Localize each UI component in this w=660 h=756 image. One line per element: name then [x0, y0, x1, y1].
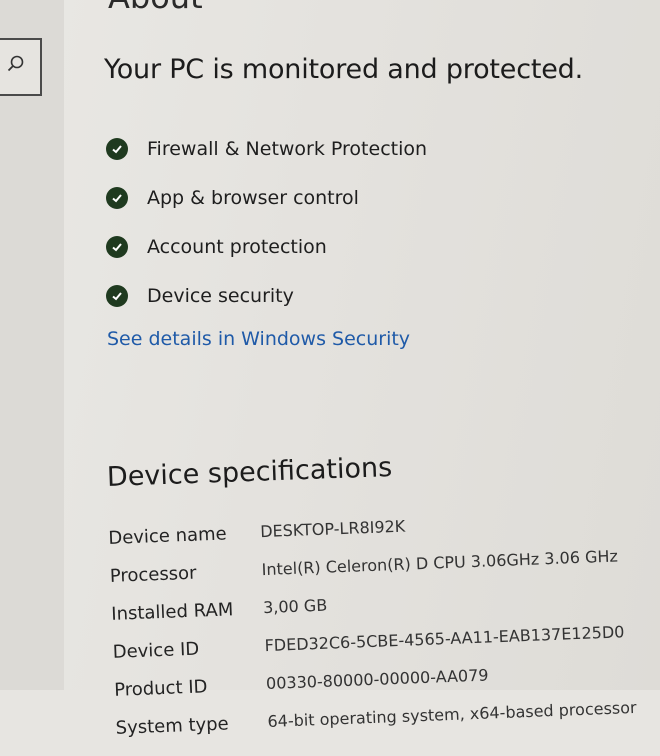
spec-label: System type [115, 713, 230, 739]
spec-label: Device name [108, 523, 228, 549]
navigation-pane [0, 0, 64, 690]
search-box[interactable] [0, 38, 42, 96]
status-label: Firewall & Network Protection [147, 137, 428, 160]
check-circle-icon [106, 137, 128, 160]
status-label: App & browser control [147, 186, 359, 209]
spec-label: Device ID [112, 638, 200, 663]
search-icon[interactable] [6, 54, 26, 74]
status-label: Account protection [147, 235, 327, 258]
status-item-device-security: Device security [106, 271, 427, 320]
status-label: Device security [147, 284, 294, 307]
security-status-list: Firewall & Network Protection App & brow… [106, 124, 427, 320]
security-status-title: Your PC is monitored and protected. [104, 54, 583, 85]
spec-value[interactable]: DESKTOP-LR8I92K [260, 517, 406, 542]
settings-window: About Your PC is monitored and protected… [0, 0, 660, 739]
spec-label: Installed RAM [110, 599, 234, 625]
device-specifications-table: Device name DESKTOP-LR8I92K Processor In… [108, 507, 660, 756]
check-circle-icon [106, 186, 128, 209]
status-item-firewall: Firewall & Network Protection [106, 124, 427, 173]
page-title: About [108, 0, 203, 16]
check-circle-icon [106, 284, 128, 307]
check-circle-icon [106, 235, 128, 258]
spec-label: Processor [109, 562, 197, 587]
status-item-app-browser: App & browser control [106, 173, 427, 222]
spec-label: Product ID [113, 676, 208, 701]
windows-security-link[interactable]: See details in Windows Security [107, 328, 410, 350]
spec-value[interactable]: 3,00 GB [263, 596, 328, 617]
status-item-account: Account protection [106, 222, 427, 271]
device-specifications-heading: Device specifications [106, 452, 393, 493]
